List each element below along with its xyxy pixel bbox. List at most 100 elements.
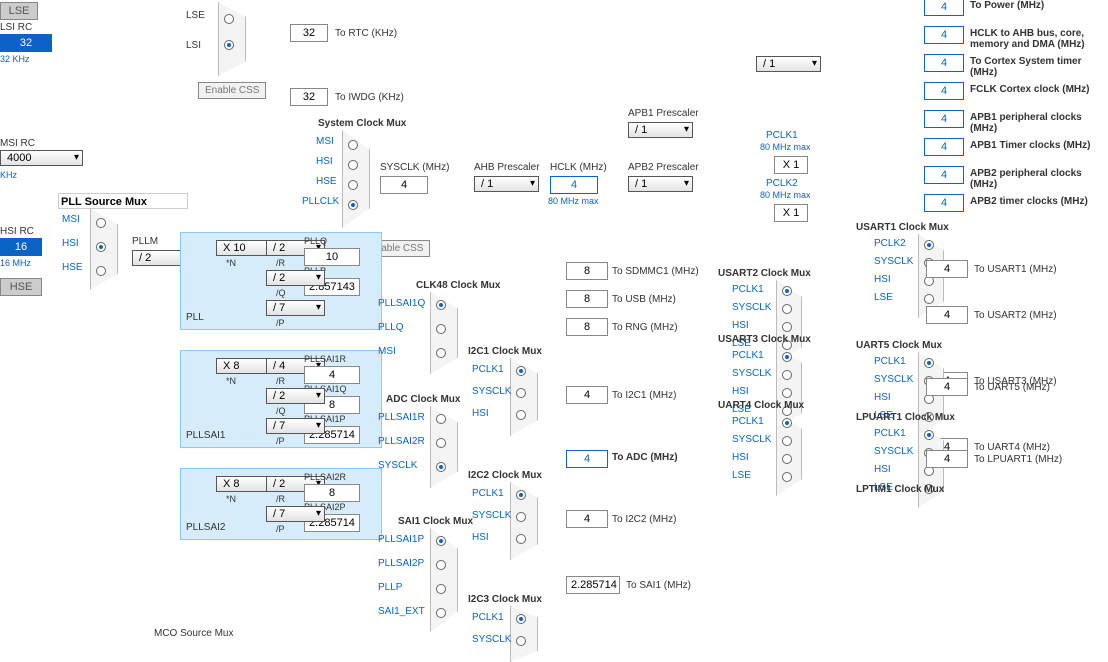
clk48-v0: 8 <box>566 262 608 280</box>
sai1-r0[interactable] <box>436 536 446 546</box>
clk48-l0: To SDMMC1 (MHz) <box>612 266 699 277</box>
i2c1-r0[interactable] <box>516 366 526 376</box>
umux-2-r2[interactable] <box>782 388 792 398</box>
sai1-title: SAI1 Clock Mux <box>398 516 473 527</box>
i2c1-r1[interactable] <box>516 388 526 398</box>
clk48-r0[interactable] <box>436 300 446 310</box>
umux-2-r0[interactable] <box>782 352 792 362</box>
right-val-1[interactable]: 4 <box>924 26 964 44</box>
i2c3-r0[interactable] <box>516 614 526 624</box>
right-val-6[interactable]: 4 <box>924 166 964 184</box>
lsi-lbl: LSI <box>186 40 201 51</box>
sm-r1[interactable] <box>348 160 358 170</box>
uv-0: 4 <box>926 260 968 278</box>
sm-r3[interactable] <box>348 200 358 210</box>
msirc-lbl: MSI RC <box>0 138 35 149</box>
pllout-1-0: 4 <box>304 366 360 384</box>
i2c2-r2[interactable] <box>516 534 526 544</box>
right-val-3[interactable]: 4 <box>924 82 964 100</box>
pllout-0-0: 10 <box>304 248 360 266</box>
rtc-op2[interactable] <box>224 40 234 50</box>
right-val-7[interactable]: 4 <box>924 194 964 212</box>
sm-pll: PLLCLK <box>302 196 339 207</box>
uv-5: 4 <box>926 450 968 468</box>
rtc-mux[interactable] <box>218 2 246 76</box>
pllq-0[interactable]: / 2 <box>266 270 325 286</box>
i2c1-r2[interactable] <box>516 410 526 420</box>
umux-2-r1[interactable] <box>782 370 792 380</box>
uv-4: 4 <box>926 378 968 396</box>
i2c2-r0[interactable] <box>516 490 526 500</box>
i2c3-r1[interactable] <box>516 636 526 646</box>
enable-css-1[interactable]: Enable CSS <box>198 82 266 99</box>
sm-r2[interactable] <box>348 180 358 190</box>
right-lbl-2: To Cortex System timer (MHz) <box>970 56 1100 78</box>
pllsm-r1[interactable] <box>96 242 106 252</box>
umux-5-r0[interactable] <box>924 430 934 440</box>
adc-title: ADC Clock Mux <box>386 394 460 405</box>
sm-msi: MSI <box>316 136 334 147</box>
umux-0-r3[interactable] <box>924 294 934 304</box>
pllsm-r2[interactable] <box>96 266 106 276</box>
adc-r0[interactable] <box>436 414 446 424</box>
sai1-r2[interactable] <box>436 584 446 594</box>
sai1-r3[interactable] <box>436 608 446 618</box>
umux-4-r0[interactable] <box>924 358 934 368</box>
umux-0-r0[interactable] <box>924 240 934 250</box>
umux-1-r1[interactable] <box>782 304 792 314</box>
i2c2-r1[interactable] <box>516 512 526 522</box>
right-lbl-6: APB2 peripheral clocks (MHz) <box>970 168 1100 190</box>
pllsm-r0[interactable] <box>96 218 106 228</box>
clk48-r2[interactable] <box>436 348 446 358</box>
right-val-0[interactable]: 4 <box>924 0 964 16</box>
sm-r0[interactable] <box>348 140 358 150</box>
msirc-val[interactable]: 4000 <box>0 150 83 166</box>
clk48-l2: To RNG (MHz) <box>612 322 678 333</box>
right-lbl-3: FCLK Cortex clock (MHz) <box>970 84 1100 95</box>
apb2-val[interactable]: / 1 <box>628 176 693 192</box>
hclk-val[interactable]: 4 <box>550 176 598 194</box>
hclk-sub: 80 MHz max <box>548 196 599 206</box>
umux-1-r0[interactable] <box>782 286 792 296</box>
lsirc-val: 32 <box>0 34 52 52</box>
clk48-v2: 8 <box>566 318 608 336</box>
adc-val[interactable]: 4 <box>566 450 608 468</box>
apb2-x: X 1 <box>774 204 808 222</box>
adc-r1[interactable] <box>436 438 446 448</box>
right-val-5[interactable]: 4 <box>924 138 964 156</box>
ahb-lbl: AHB Prescaler <box>474 162 540 173</box>
right-val-2[interactable]: 4 <box>924 54 964 72</box>
pllp-0[interactable]: / 7 <box>266 300 325 316</box>
pllp-1[interactable]: / 7 <box>266 418 325 434</box>
pllout-2-0: 8 <box>304 484 360 502</box>
hclk-lbl: HCLK (MHz) <box>550 162 607 173</box>
apb1-lbl: APB1 Prescaler <box>628 108 699 119</box>
i2c2-v: 4 <box>566 510 608 528</box>
uv-1: 4 <box>926 306 968 324</box>
rtc-op1[interactable] <box>224 14 234 24</box>
pllp-2[interactable]: / 7 <box>266 506 325 522</box>
pllq-1[interactable]: / 2 <box>266 388 325 404</box>
hsirc-sub: 16 MHz <box>0 258 31 268</box>
sm-hsi: HSI <box>316 156 333 167</box>
ahb-val[interactable]: / 1 <box>474 176 539 192</box>
right-lbl-1: HCLK to AHB bus, core, memory and DMA (M… <box>970 28 1100 50</box>
clk48-r1[interactable] <box>436 324 446 334</box>
right-lbl-4: APB1 peripheral clocks (MHz) <box>970 112 1100 134</box>
clk48-l1: To USB (MHz) <box>612 294 676 305</box>
pclk1-sub: 80 MHz max <box>760 142 811 152</box>
rtc-val: 32 <box>290 24 328 42</box>
sai1-r1[interactable] <box>436 560 446 570</box>
umux-3-r0[interactable] <box>782 418 792 428</box>
adc-r2[interactable] <box>436 462 446 472</box>
umux-1-r2[interactable] <box>782 322 792 332</box>
umux-3-r2[interactable] <box>782 454 792 464</box>
umux-3-r3[interactable] <box>782 472 792 482</box>
clk48-v1: 8 <box>566 290 608 308</box>
cortex-val[interactable]: / 1 <box>756 56 821 72</box>
apb1-val[interactable]: / 1 <box>628 122 693 138</box>
right-val-4[interactable]: 4 <box>924 110 964 128</box>
umux-3-r1[interactable] <box>782 436 792 446</box>
i2c1-v: 4 <box>566 386 608 404</box>
hsirc-lbl: HSI RC <box>0 226 34 237</box>
